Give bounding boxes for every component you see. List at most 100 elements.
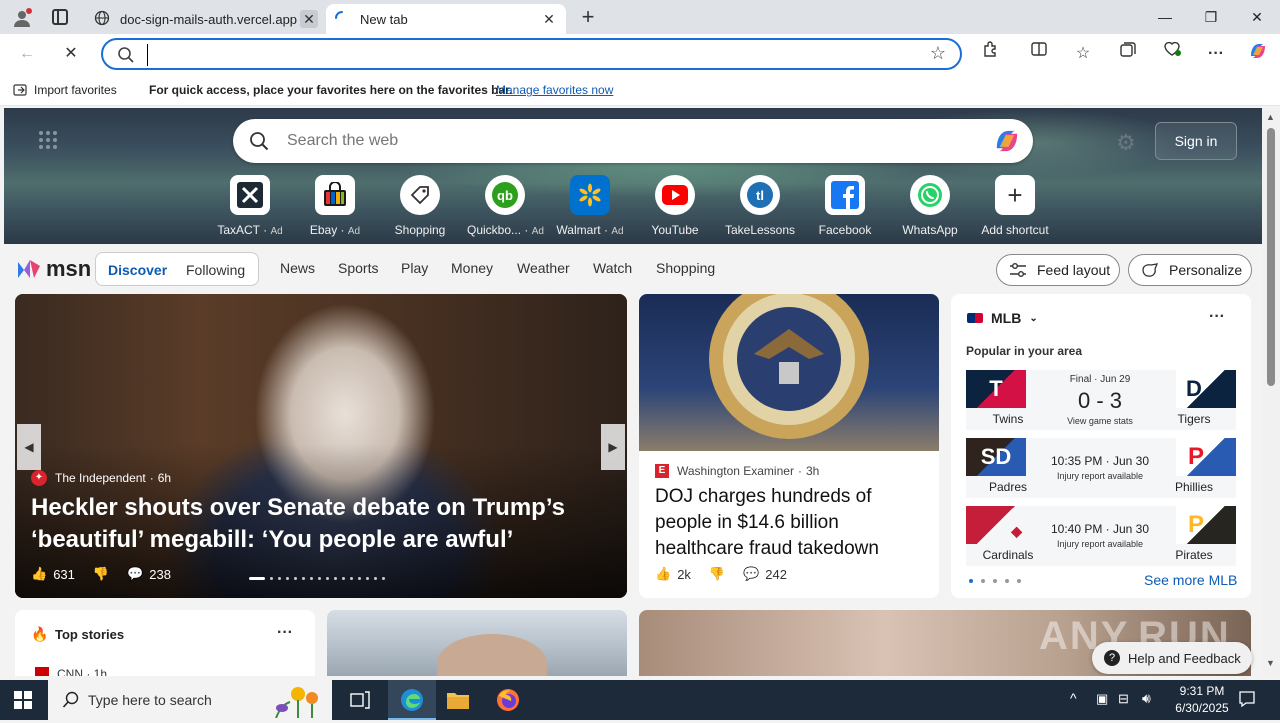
tab-discover[interactable]: Discover	[108, 262, 167, 278]
more-options-icon[interactable]: ···	[1209, 308, 1225, 326]
help-feedback-button[interactable]: ? Help and Feedback	[1092, 642, 1252, 674]
tab-actions-icon[interactable]	[52, 9, 68, 25]
sign-in-button[interactable]: Sign in	[1155, 122, 1237, 160]
nav-play[interactable]: Play	[401, 260, 428, 276]
see-more-mlb-link[interactable]: See more MLB	[1144, 572, 1237, 588]
network-icon[interactable]: ⊟	[1118, 691, 1129, 707]
away-team-name: Tigers	[1177, 412, 1211, 426]
close-window-button[interactable]: ✕	[1234, 0, 1280, 34]
back-button[interactable]: ←	[12, 40, 42, 68]
dislike-icon[interactable]: 👎	[93, 566, 109, 582]
page-scrollbar[interactable]: ▲ ▼	[1262, 108, 1280, 676]
profile-icon[interactable]	[12, 8, 32, 28]
like-icon[interactable]: 👍	[31, 566, 47, 582]
feed-layout-button[interactable]: Feed layout	[996, 254, 1120, 286]
manage-favorites-link[interactable]: Manage favorites now	[496, 83, 613, 97]
task-view-icon[interactable]	[350, 691, 370, 714]
top-stories-title: Top stories	[55, 627, 125, 642]
close-tab-icon[interactable]: ✕	[540, 10, 558, 28]
restore-button[interactable]: ❐	[1188, 0, 1234, 34]
nav-sports[interactable]: Sports	[338, 260, 378, 276]
scroll-up-arrow-icon[interactable]: ▲	[1266, 112, 1275, 122]
nav-news[interactable]: News	[280, 260, 315, 276]
shortcut-shopping[interactable]: Shopping	[382, 175, 458, 237]
mlb-game-row[interactable]: T Twins Final · Jun 29 0 - 3 View game s…	[966, 370, 1236, 430]
like-icon[interactable]: 👍	[655, 566, 671, 582]
comment-icon[interactable]: 💬	[743, 566, 759, 582]
story-headline[interactable]: Heckler shouts over Senate debate on Tru…	[31, 492, 591, 556]
address-bar[interactable]: ☆	[101, 38, 962, 70]
taskbar-search-box[interactable]: Type here to search	[48, 680, 332, 720]
tab-following[interactable]: Following	[186, 262, 245, 278]
game-status: 10:40 PM · Jun 30	[1050, 522, 1150, 536]
search-icon	[62, 691, 80, 714]
story-headline[interactable]: DOJ charges hundreds of people in $14.6 …	[655, 484, 925, 562]
shortcut-takelessons[interactable]: tl TakeLessons	[722, 175, 798, 237]
news-card-doj[interactable]: E Washington Examiner · 3h DOJ charges h…	[639, 294, 939, 598]
shortcut-label: WhatsApp	[902, 223, 958, 237]
scrollbar-thumb[interactable]	[1267, 128, 1275, 386]
shortcut-walmart[interactable]: Walmart · Ad	[552, 175, 628, 237]
copilot-icon[interactable]	[1243, 40, 1273, 68]
tab-new-tab[interactable]: New tab ✕	[326, 4, 566, 34]
away-team-name: Pirates	[1175, 548, 1213, 562]
collections-icon[interactable]	[1113, 40, 1143, 68]
extensions-icon[interactable]	[976, 40, 1006, 68]
shortcut-add[interactable]: + Add shortcut	[977, 175, 1053, 237]
page-settings-gear-icon[interactable]: ⚙	[1116, 130, 1136, 156]
browser-essentials-icon[interactable]	[1157, 40, 1187, 68]
clock-time[interactable]: 9:31 PM	[1166, 684, 1238, 698]
personalize-button[interactable]: Personalize	[1128, 254, 1252, 286]
copilot-icon[interactable]	[991, 125, 1023, 162]
close-tab-icon[interactable]: ✕	[300, 10, 318, 28]
shortcut-ebay[interactable]: Ebay · Ad	[297, 175, 373, 237]
clock-date[interactable]: 6/30/2025	[1166, 701, 1238, 715]
stop-button[interactable]: ✕	[56, 40, 86, 68]
notifications-icon[interactable]	[1238, 690, 1256, 713]
address-input[interactable]	[147, 44, 907, 66]
apps-grid-icon[interactable]	[38, 130, 58, 150]
mlb-subtitle: Popular in your area	[966, 344, 1083, 358]
shortcut-label: TaxACT	[217, 223, 260, 237]
shortcut-facebook[interactable]: Facebook	[807, 175, 883, 237]
fire-icon: 🔥	[31, 626, 49, 642]
file-explorer-icon[interactable]	[446, 690, 470, 715]
dislike-icon[interactable]: 👎	[709, 566, 725, 582]
favorites-icon[interactable]: ☆	[1068, 40, 1098, 68]
home-team-name: Twins	[992, 412, 1024, 426]
windows-start-icon[interactable]	[14, 691, 32, 714]
mlb-game-row[interactable]: SD Padres 10:35 PM · Jun 30 Injury repor…	[966, 438, 1236, 498]
more-options-icon[interactable]: ···	[277, 624, 293, 642]
shortcut-quickbooks[interactable]: qb Quickbo... · Ad	[467, 175, 544, 237]
tray-overflow-chevron-icon[interactable]: ^	[1070, 690, 1077, 706]
mlb-header[interactable]: MLB ⌄	[967, 310, 1038, 326]
nav-weather[interactable]: Weather	[517, 260, 570, 276]
nav-shopping[interactable]: Shopping	[656, 260, 715, 276]
volume-icon[interactable]: 🔊︎	[1142, 690, 1151, 707]
nav-watch[interactable]: Watch	[593, 260, 632, 276]
web-search-input[interactable]	[287, 129, 967, 153]
shortcut-youtube[interactable]: YouTube	[637, 175, 713, 237]
favorite-star-icon[interactable]: ☆	[930, 43, 946, 64]
scroll-down-arrow-icon[interactable]: ▼	[1266, 658, 1275, 668]
import-favorites-button[interactable]: Import favorites	[34, 83, 117, 97]
split-screen-icon[interactable]	[1024, 40, 1054, 68]
shortcut-taxact[interactable]: TaxACT · Ad	[212, 175, 288, 237]
msn-logo[interactable]: msn	[16, 256, 91, 282]
news-card-image[interactable]	[327, 610, 627, 676]
nav-money[interactable]: Money	[451, 260, 493, 276]
mlb-game-row[interactable]: ◆ Cardinals 10:40 PM · Jun 30 Injury rep…	[966, 506, 1236, 566]
firefox-icon[interactable]	[496, 688, 520, 717]
carousel-prev-button[interactable]: ◀	[17, 424, 41, 470]
new-tab-button[interactable]: +	[576, 5, 600, 29]
tray-device-icon[interactable]: ▣	[1096, 691, 1108, 707]
web-search-box[interactable]	[233, 119, 1033, 163]
carousel-next-button[interactable]: ▶	[601, 424, 625, 470]
edge-taskbar-icon[interactable]	[388, 680, 436, 720]
minimize-button[interactable]: —	[1142, 0, 1188, 34]
settings-more-icon[interactable]: ···	[1201, 40, 1231, 68]
tab-doc-sign[interactable]: doc-sign-mails-auth.vercel.app ✕	[86, 4, 326, 34]
hero-story-card[interactable]: ◀ ▶ ✦ The Independent · 6h Heckler shout…	[15, 294, 627, 598]
shortcut-whatsapp[interactable]: WhatsApp	[892, 175, 968, 237]
comment-icon[interactable]: 💬	[127, 566, 143, 582]
